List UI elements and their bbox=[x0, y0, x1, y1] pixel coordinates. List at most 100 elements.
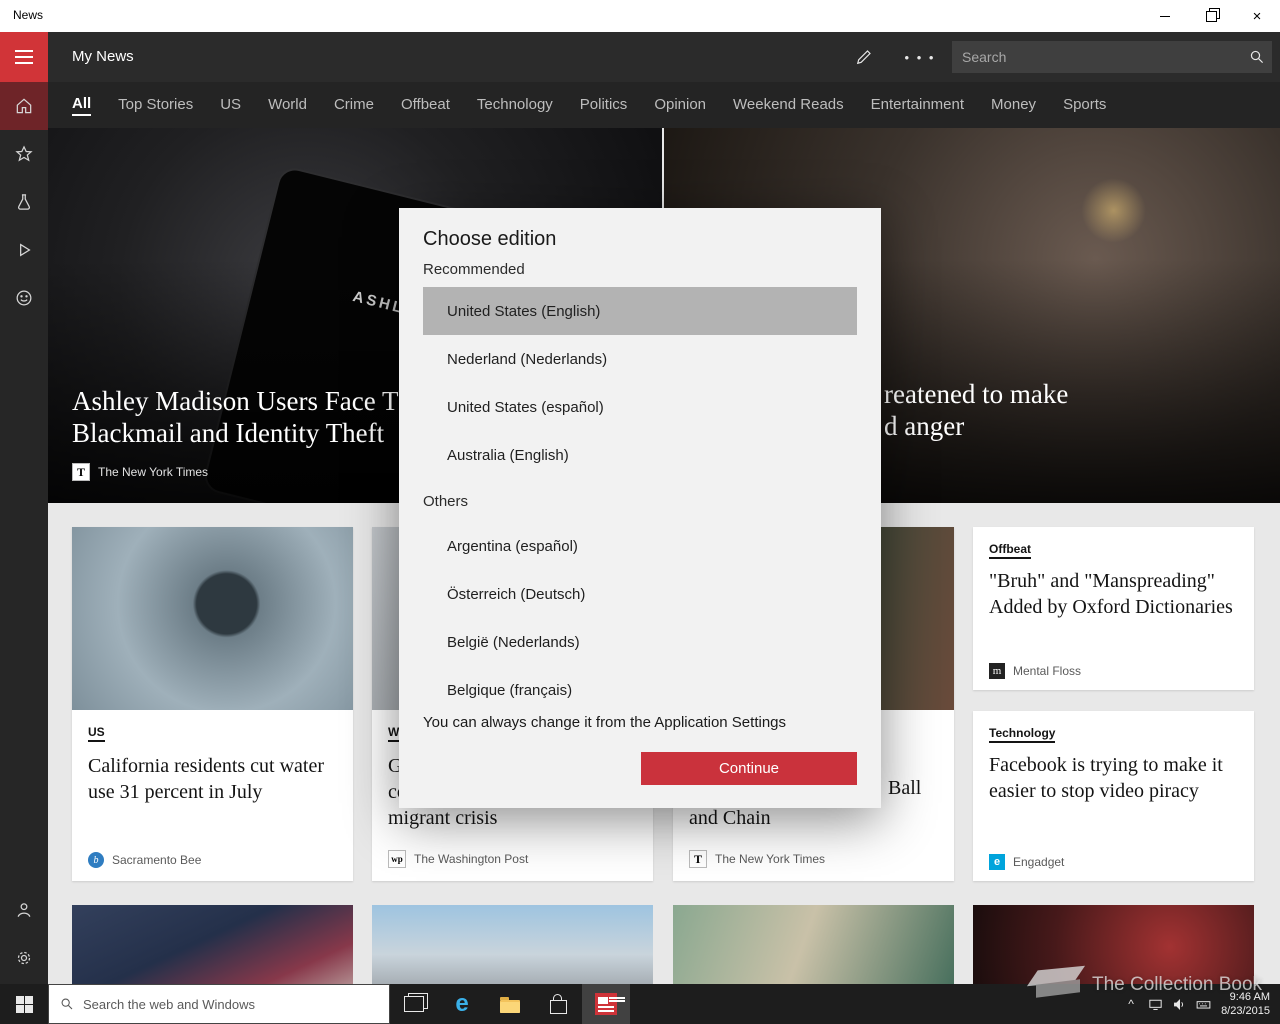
recommended-options: United States (English) Nederland (Neder… bbox=[423, 287, 857, 479]
card-body: Offbeat "Bruh" and "Manspreading" Added … bbox=[973, 527, 1254, 690]
tab-sports[interactable]: Sports bbox=[1063, 96, 1106, 115]
taskbar-search-input[interactable] bbox=[81, 995, 389, 1013]
network-button[interactable] bbox=[1143, 984, 1167, 1024]
wapo-icon: wp bbox=[388, 850, 406, 868]
article-card-facebook-piracy[interactable]: Technology Facebook is trying to make it… bbox=[973, 711, 1254, 881]
article-card-oxford-dictionaries[interactable]: Offbeat "Bruh" and "Manspreading" Added … bbox=[973, 527, 1254, 690]
restore-button[interactable] bbox=[1188, 0, 1234, 32]
app-search-box bbox=[952, 41, 1272, 73]
tab-all[interactable]: All bbox=[72, 95, 92, 116]
hero-title-line1: Ashley Madison Users Face Th bbox=[72, 386, 412, 416]
edition-option-osterreich[interactable]: Österreich (Deutsch) bbox=[423, 570, 857, 618]
tab-politics[interactable]: Politics bbox=[580, 96, 628, 115]
minimize-button[interactable] bbox=[1142, 0, 1188, 32]
edition-option-nederland[interactable]: Nederland (Nederlands) bbox=[423, 335, 857, 383]
card-title-fragment-1: Ball bbox=[888, 777, 922, 799]
other-options: Argentina (español) Österreich (Deutsch)… bbox=[423, 522, 857, 714]
card-source: m Mental Floss bbox=[989, 663, 1081, 679]
chevron-up-icon: ^ bbox=[1128, 997, 1134, 1011]
tab-us[interactable]: US bbox=[220, 96, 241, 115]
choose-edition-dialog: Choose edition Recommended United States… bbox=[399, 208, 881, 808]
mentalfloss-icon: m bbox=[989, 663, 1005, 679]
start-button[interactable] bbox=[0, 984, 48, 1024]
file-explorer-button[interactable] bbox=[486, 984, 534, 1024]
clock-time: 9:46 AM bbox=[1229, 991, 1270, 1003]
dialog-note: You can always change it from the Applic… bbox=[423, 714, 787, 731]
article-card-california-water[interactable]: US California residents cut water use 31… bbox=[72, 527, 353, 881]
edit-sources-button[interactable] bbox=[848, 41, 880, 73]
category-badge: US bbox=[88, 725, 105, 742]
task-view-icon bbox=[404, 993, 428, 1012]
search-submit[interactable] bbox=[1242, 41, 1272, 73]
tray-expand-button[interactable]: ^ bbox=[1119, 984, 1143, 1024]
tab-technology[interactable]: Technology bbox=[477, 96, 553, 115]
edition-option-argentina[interactable]: Argentina (español) bbox=[423, 522, 857, 570]
sidebar-item-home[interactable] bbox=[0, 82, 48, 130]
card-source: T The New York Times bbox=[689, 850, 825, 868]
edition-option-belgie[interactable]: België (Nederlands) bbox=[423, 618, 857, 666]
more-options-button[interactable]: • • • bbox=[904, 41, 936, 73]
edition-option-australia[interactable]: Australia (English) bbox=[423, 431, 857, 479]
sidebar-item-settings[interactable] bbox=[0, 934, 48, 982]
nyt-icon: T bbox=[689, 850, 707, 868]
card-source-name: Engadget bbox=[1013, 855, 1065, 869]
edition-option-us-espanol[interactable]: United States (español) bbox=[423, 383, 857, 431]
sidebar-item-videos[interactable] bbox=[0, 226, 48, 274]
tab-weekend-reads[interactable]: Weekend Reads bbox=[733, 96, 844, 115]
sidebar-item-reactions[interactable] bbox=[0, 274, 48, 322]
hamburger-icon bbox=[15, 50, 33, 64]
windows-logo-icon bbox=[15, 995, 33, 1013]
category-navbar: All Top Stories US World Crime Offbeat T… bbox=[48, 82, 1280, 128]
more-icon: • • • bbox=[904, 49, 936, 65]
tab-top-stories[interactable]: Top Stories bbox=[118, 96, 193, 115]
app-header: My News • • • bbox=[48, 32, 1280, 82]
sidebar-item-favorites[interactable] bbox=[0, 130, 48, 178]
dialog-title: Choose edition bbox=[423, 228, 557, 250]
smiley-icon bbox=[16, 290, 32, 306]
hero-left-text: Ashley Madison Users Face Th Blackmail a… bbox=[72, 385, 412, 481]
volume-button[interactable] bbox=[1167, 984, 1191, 1024]
edition-option-us-english[interactable]: United States (English) bbox=[423, 287, 857, 335]
taskbar: e ^ 9:46 AM 8/23/2015 bbox=[0, 984, 1280, 1024]
sidebar-item-account[interactable] bbox=[0, 886, 48, 934]
search-input[interactable] bbox=[952, 49, 1242, 65]
volume-icon bbox=[1173, 998, 1183, 1010]
sidebar-item-interests[interactable] bbox=[0, 178, 48, 226]
home-icon bbox=[16, 98, 32, 114]
news-app-icon bbox=[595, 993, 617, 1015]
hero-title-line2: Blackmail and Identity Theft bbox=[72, 418, 385, 448]
tab-crime[interactable]: Crime bbox=[334, 96, 374, 115]
hero-right-title-fragment: reatened to make d anger bbox=[884, 379, 1069, 441]
search-icon bbox=[61, 998, 73, 1010]
tab-money[interactable]: Money bbox=[991, 96, 1036, 115]
recommended-label: Recommended bbox=[423, 261, 525, 278]
card-title-fragment-2: and Chain bbox=[689, 807, 771, 829]
news-app-button[interactable] bbox=[582, 984, 630, 1024]
task-view-button[interactable] bbox=[390, 984, 438, 1024]
close-icon: × bbox=[1252, 7, 1262, 25]
card-title: California residents cut water use 31 pe… bbox=[88, 755, 325, 803]
edition-option-belgique[interactable]: Belgique (français) bbox=[423, 666, 857, 714]
taskbar-clock[interactable]: 9:46 AM 8/23/2015 bbox=[1221, 990, 1270, 1018]
hamburger-menu-button[interactable] bbox=[0, 32, 48, 82]
close-button[interactable]: × bbox=[1234, 0, 1280, 32]
card-source-name: Mental Floss bbox=[1013, 664, 1082, 678]
touch-keyboard-button[interactable] bbox=[1191, 984, 1215, 1024]
play-icon bbox=[20, 243, 31, 257]
tab-opinion[interactable]: Opinion bbox=[654, 96, 706, 115]
keyboard-icon bbox=[1196, 1000, 1210, 1009]
tab-offbeat[interactable]: Offbeat bbox=[401, 96, 450, 115]
person-icon bbox=[17, 903, 31, 917]
edge-button[interactable]: e bbox=[438, 984, 486, 1024]
category-badge: Technology bbox=[989, 726, 1056, 743]
card-title: "Bruh" and "Manspreading" Added by Oxfor… bbox=[989, 570, 1233, 618]
sidebar bbox=[0, 32, 48, 984]
tab-entertainment[interactable]: Entertainment bbox=[871, 96, 964, 115]
card-image-pipe bbox=[72, 527, 353, 710]
store-button[interactable] bbox=[534, 984, 582, 1024]
category-badge: W bbox=[388, 725, 400, 742]
continue-button[interactable]: Continue bbox=[641, 752, 857, 785]
tab-world[interactable]: World bbox=[268, 96, 307, 115]
card-source-name: Sacramento Bee bbox=[112, 853, 202, 867]
sacbee-icon: b bbox=[88, 852, 104, 868]
